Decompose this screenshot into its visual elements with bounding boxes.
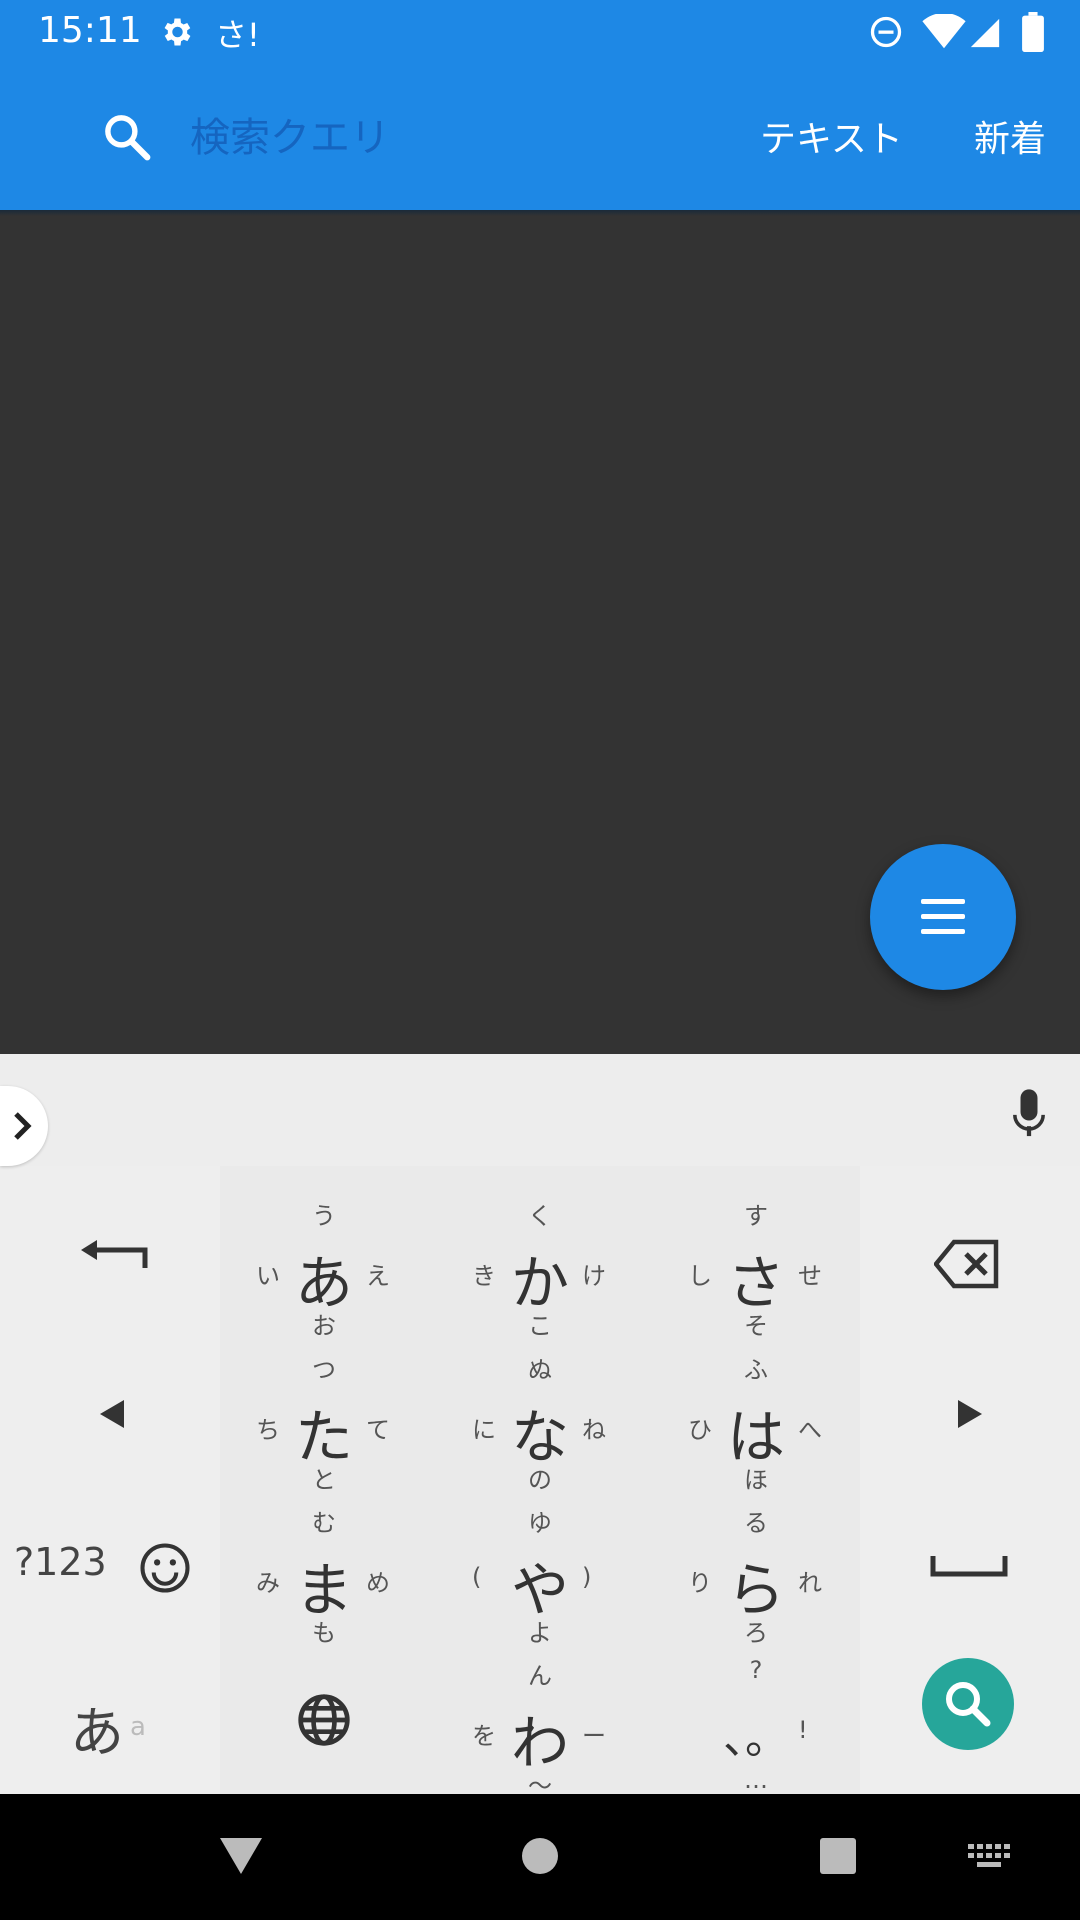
mic-icon[interactable] <box>1012 1086 1046 1142</box>
kana-key-ya[interactable]: ゆ ( や ) よ <box>432 1503 648 1653</box>
kana-flick-right: ) <box>582 1563 592 1591</box>
status-bar: 15:11 さ! <box>0 0 1080 66</box>
search-input[interactable] <box>190 106 690 170</box>
keyboard-icon[interactable] <box>968 1844 1010 1876</box>
kana-key-punct[interactable]: ? 、。 ! … <box>648 1656 864 1806</box>
dnd-icon <box>868 14 904 54</box>
kana-flick-down: の <box>528 1466 552 1494</box>
kana-flick-right: ー <box>582 1722 606 1750</box>
enter-icon[interactable] <box>75 1238 151 1286</box>
kana-key-a[interactable]: う い あ え お <box>216 1196 432 1346</box>
recents-icon[interactable] <box>818 1836 858 1880</box>
kana-flick-down: お <box>312 1312 336 1340</box>
search-key[interactable] <box>922 1658 1014 1750</box>
kana-flick-right: え <box>366 1262 390 1290</box>
menu-icon <box>921 899 965 904</box>
kana-key-ka[interactable]: く き か け こ <box>432 1196 648 1346</box>
kana-flick-up: ? <box>749 1656 763 1684</box>
wifi-icon <box>922 12 966 54</box>
kana-flick-right: て <box>366 1416 390 1444</box>
text-button[interactable]: テキスト <box>760 110 903 162</box>
kana-flick-down: よ <box>528 1619 552 1647</box>
symbols-key[interactable]: ?123 <box>14 1540 107 1584</box>
kana-flick-up: ん <box>528 1662 552 1690</box>
emoji-icon[interactable] <box>138 1541 192 1599</box>
chevron-right-icon[interactable] <box>0 1086 48 1166</box>
space-icon[interactable] <box>930 1554 1008 1582</box>
kana-key-sa[interactable]: す し さ せ そ <box>648 1196 864 1346</box>
kana-flick-up: ゆ <box>528 1509 552 1537</box>
globe-icon[interactable] <box>296 1692 352 1752</box>
language-key[interactable]: あ <box>70 1688 124 1767</box>
kana-flick-right: ね <box>582 1416 606 1444</box>
kana-flick-up: す <box>744 1202 768 1230</box>
kana-key-ta[interactable]: つ ち た て と <box>216 1350 432 1500</box>
kana-key-wa[interactable]: ん を わ ー 〜 <box>432 1656 648 1806</box>
search-icon[interactable] <box>100 110 154 168</box>
kana-key-ra[interactable]: る り ら れ ろ <box>648 1503 864 1653</box>
kana-flick-up: く <box>528 1202 552 1230</box>
kana-flick-up: る <box>744 1509 768 1537</box>
kana-flick-up: う <box>312 1202 336 1230</box>
kana-flick-up: つ <box>312 1356 336 1384</box>
kana-flick-down: ろ <box>744 1619 768 1647</box>
backspace-icon[interactable] <box>933 1238 1000 1294</box>
kana-flick-up: ふ <box>744 1356 768 1384</box>
gear-icon <box>158 14 194 54</box>
home-icon[interactable] <box>520 1836 560 1880</box>
kana-flick-down: ほ <box>744 1466 768 1494</box>
kana-flick-down: も <box>312 1619 336 1647</box>
kana-flick-right: け <box>582 1262 606 1290</box>
kana-flick-right: れ <box>798 1569 822 1597</box>
language-key-alt: a <box>130 1712 146 1742</box>
navigation-bar <box>0 1794 1080 1920</box>
kana-main: 、。 <box>723 1713 789 1764</box>
kana-key-na[interactable]: ぬ に な ね の <box>432 1350 648 1500</box>
notification-text: さ! <box>215 16 260 54</box>
signal-icon <box>968 16 1002 54</box>
arrow-right-icon[interactable] <box>956 1398 984 1434</box>
kana-flick-right: め <box>366 1569 390 1597</box>
battery-icon <box>1022 12 1044 56</box>
kana-key-ha[interactable]: ふ ひ は へ ほ <box>648 1350 864 1500</box>
kana-flick-down: … <box>744 1766 768 1794</box>
new-button[interactable]: 新着 <box>974 110 1046 162</box>
arrow-left-icon[interactable] <box>98 1398 126 1434</box>
kana-flick-up: む <box>312 1509 336 1537</box>
back-icon[interactable] <box>218 1836 264 1880</box>
kana-key-ma[interactable]: む み ま め も <box>216 1503 432 1653</box>
menu-fab[interactable] <box>870 844 1016 990</box>
kana-flick-right: へ <box>798 1416 822 1444</box>
kana-flick-up: ぬ <box>528 1356 552 1384</box>
kana-flick-right: せ <box>798 1262 822 1290</box>
kana-flick-down: そ <box>744 1312 768 1340</box>
kana-flick-right: ! <box>798 1716 808 1744</box>
kana-flick-down: と <box>312 1466 336 1494</box>
keyboard-suggestion-bar <box>0 1054 1080 1166</box>
kana-flick-down: こ <box>528 1312 552 1340</box>
status-time: 15:11 <box>38 10 142 51</box>
